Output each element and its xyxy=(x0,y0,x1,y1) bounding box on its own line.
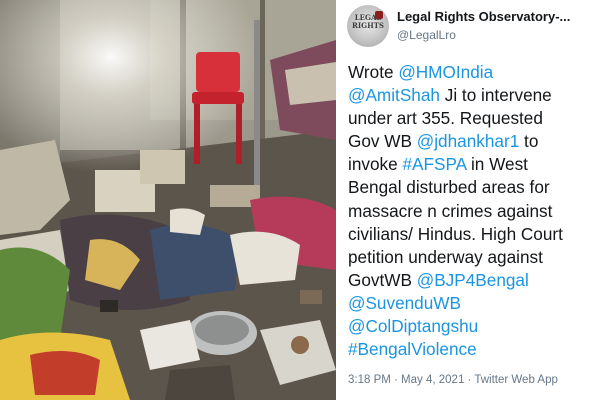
tweet-line: Gov WB @jdhankhar1 to xyxy=(348,130,596,153)
mention-link[interactable]: @SuvenduWB xyxy=(348,293,461,313)
tweet-text-segment: Wrote xyxy=(348,62,399,82)
tweet-line: @ColDiptangshu xyxy=(348,315,596,338)
avatar[interactable]: LEGAL RIGHTS xyxy=(347,5,389,47)
handle[interactable]: @LegalLro xyxy=(397,28,456,42)
mention-link[interactable]: @BJP4Bengal xyxy=(417,270,529,290)
tweet-text-segment: to xyxy=(519,131,539,152)
mention-link[interactable]: @HMOIndia xyxy=(398,62,493,82)
tweet-card: LEGAL RIGHTS Legal Rights Observatory-..… xyxy=(340,0,600,400)
display-name[interactable]: Legal Rights Observatory-... xyxy=(397,9,597,24)
tweet-line: under art 355. Requested xyxy=(348,107,596,130)
tweet-line: #BengalViolence xyxy=(348,338,596,361)
tweet-timestamp[interactable]: 3:18 PM · May 4, 2021 · Twitter Web App xyxy=(348,374,558,386)
tweet-text-segment: GovtWB xyxy=(348,269,417,290)
mention-link[interactable]: @ColDiptangshu xyxy=(348,316,478,336)
tweet-line: invoke #AFSPA in West xyxy=(348,153,596,176)
tweet-text-segment: under art 355. Requested xyxy=(348,108,543,129)
tweet-line: civilians/ Hindus. High Court xyxy=(348,223,596,246)
tweet-line: petition underway against xyxy=(348,246,596,269)
tweet-text-segment: Bengal disturbed areas for xyxy=(348,177,550,198)
ransacked-room-photo xyxy=(0,0,336,400)
tweet-text-segment: massacre n crimes against xyxy=(348,200,553,221)
tweet-line: Wrote @HMOIndia xyxy=(348,61,596,84)
tweet-text: Wrote @HMOIndia @AmitShah Ji to intervene… xyxy=(348,61,596,361)
tweet-text-segment: Ji to intervene xyxy=(439,85,552,106)
tweet-line: massacre n crimes against xyxy=(348,200,596,223)
tweet-line: @SuvenduWB xyxy=(348,292,596,315)
hashtag-link[interactable]: #BengalViolence xyxy=(348,339,477,359)
tweet-text-segment: Gov WB xyxy=(348,131,417,152)
mention-link[interactable]: @jdhankhar1 xyxy=(417,131,520,151)
tweet-line: Bengal disturbed areas for xyxy=(348,176,596,199)
tweet-text-segment: in West xyxy=(466,154,528,175)
photo-illustration xyxy=(0,0,336,400)
tweet-line: GovtWB @BJP4Bengal xyxy=(348,269,596,292)
mention-link[interactable]: @AmitShah xyxy=(348,85,440,105)
tweet-text-segment: civilians/ Hindus. High Court xyxy=(348,223,563,244)
tweet-text-segment: invoke xyxy=(348,154,403,175)
hashtag-link[interactable]: #AFSPA xyxy=(402,154,466,174)
tweet-text-segment: petition underway against xyxy=(348,246,543,267)
tweet-line: @AmitShah Ji to intervene xyxy=(348,84,596,107)
gavel-icon xyxy=(375,11,383,19)
